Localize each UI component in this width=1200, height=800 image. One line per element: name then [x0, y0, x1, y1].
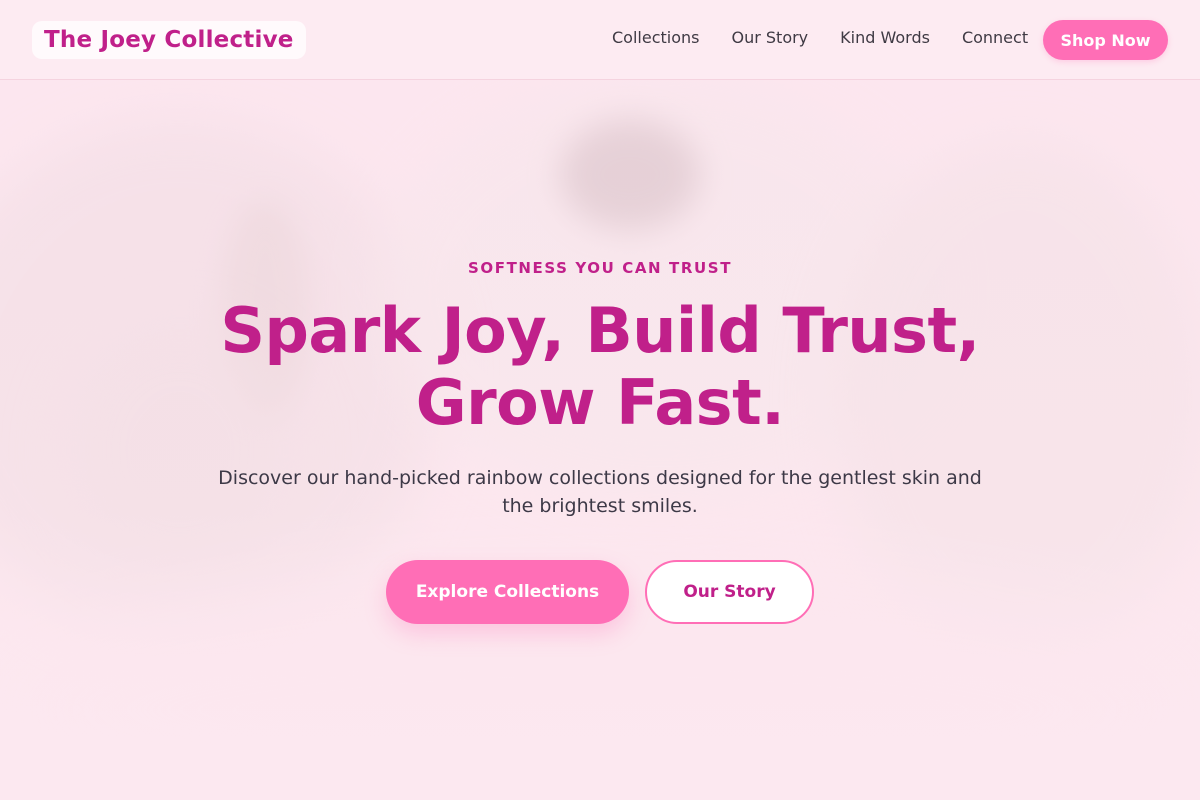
headline-line-2: Grow Fast. [415, 366, 785, 439]
nav-link-our-story[interactable]: Our Story [731, 28, 808, 47]
explore-collections-button[interactable]: Explore Collections [386, 560, 629, 624]
headline-line-1: Spark Joy, Build Trust, [220, 294, 980, 367]
nav-link-collections[interactable]: Collections [612, 28, 699, 47]
hero-eyebrow: SOFTNESS YOU CAN TRUST [467, 259, 733, 277]
primary-nav: Collections Our Story Kind Words Connect [612, 28, 1028, 47]
hero-subtext: Discover our hand-picked rainbow collect… [218, 467, 982, 517]
landing-page: The Joey Collective Collections Our Stor… [0, 0, 1200, 800]
nav-link-connect[interactable]: Connect [962, 28, 1028, 47]
brand-logo[interactable]: The Joey Collective [32, 21, 306, 59]
nav-link-kind-words[interactable]: Kind Words [840, 28, 930, 47]
top-navbar: The Joey Collective Collections Our Stor… [0, 0, 1200, 80]
our-story-button[interactable]: Our Story [645, 560, 814, 624]
hero-section: SOFTNESS YOU CAN TRUST Spark Joy, Build … [0, 80, 1200, 800]
hero-headline: Spark Joy, Build Trust, Grow Fast. [0, 295, 1200, 439]
shop-now-button[interactable]: Shop Now [1043, 20, 1168, 60]
